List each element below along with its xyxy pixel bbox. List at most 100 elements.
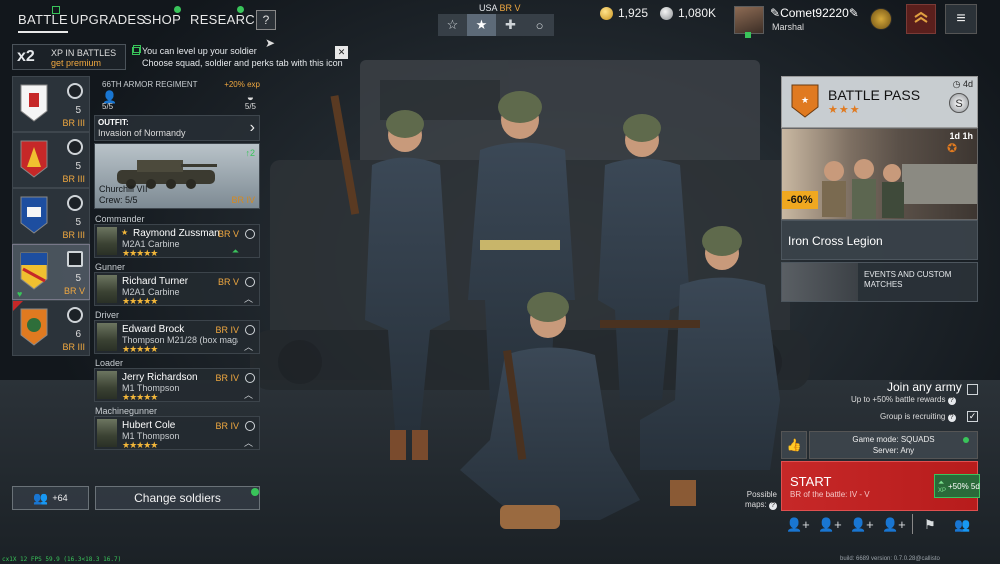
soldier-portrait — [97, 371, 117, 399]
soldier-name: Jerry Richardson — [122, 372, 198, 383]
divider — [912, 514, 913, 534]
info-icon: ? — [769, 502, 777, 510]
circle-icon[interactable]: ○ — [525, 14, 554, 36]
silver-coin-icon — [660, 6, 673, 20]
outfit-label: OUTFIT: — [98, 118, 129, 127]
events-custom-matches-button[interactable]: EVENTS AND CUSTOM MATCHES — [781, 262, 978, 302]
gold-balance[interactable]: 1,925 — [600, 6, 648, 20]
squad-tile-5[interactable]: 6 BR III — [12, 300, 90, 356]
server-status-icon — [963, 437, 969, 443]
soldier-br: BR IV — [215, 373, 239, 383]
battle-pass-timer-value: 4d — [962, 79, 973, 89]
tab-battle[interactable]: BATTLE — [18, 12, 68, 33]
soldier-card[interactable]: Hubert Cole M1 Thompson ★★★★★ BR IV ︿ — [94, 416, 260, 450]
reserve-button[interactable]: 👥 +64 — [12, 486, 89, 510]
thumbs-up-icon[interactable]: 👍 — [781, 431, 807, 459]
xp-boost-label: XP — [938, 488, 947, 494]
xp-bonus-badge: ⏶ XP +50% 5d — [934, 474, 980, 498]
control-icon — [67, 139, 83, 155]
profile-name-row[interactable]: ✎Comet92220✎ — [770, 6, 859, 20]
invite-player-icon[interactable]: 👤+ — [850, 517, 874, 533]
reserve-count: +64 — [52, 493, 68, 503]
battle-pass-card[interactable]: ★ BATTLE PASS ★★★ ◷ 4d S — [781, 76, 978, 128]
soldier-card[interactable]: Edward Brock Thompson M21/28 (box magazi… — [94, 320, 260, 354]
join-any-label: Join any army — [887, 380, 962, 394]
army-selector[interactable]: ☆ ★ ✚ ○ — [438, 14, 554, 36]
game-mode-selector[interactable]: Game mode: SQUADS Server: Any — [809, 431, 978, 459]
soldier-stars: ★★★★★ — [122, 392, 158, 402]
chevron-up-icon: ︿ — [243, 390, 253, 400]
silver-amount: 1,080K — [678, 6, 717, 20]
close-hint-button[interactable]: ✕ — [335, 46, 348, 59]
hint-line1: You can level up your soldier — [142, 46, 257, 56]
tab-shop[interactable]: SHOP — [143, 12, 181, 27]
control-icon — [67, 83, 83, 99]
menu-button[interactable]: ≡ — [945, 4, 977, 34]
soldier-card[interactable]: ★ Raymond Zussman M2A1 Carbine ★★★★★ BR … — [94, 224, 260, 258]
battle-pass-title: BATTLE PASS — [828, 87, 921, 103]
soldier-card[interactable]: Jerry Richardson M1 Thompson ★★★★★ BR IV… — [94, 368, 260, 402]
tab-upgrades[interactable]: UPGRADES — [70, 12, 145, 27]
vehicle-card[interactable]: ↑2 Churchill VII Crew: 5/5 BR IV — [94, 143, 260, 209]
premium-link[interactable]: get premium — [51, 58, 101, 68]
soldier-portrait — [97, 419, 117, 447]
squad-tile-1[interactable]: 5 BR III — [12, 76, 90, 132]
gold-coin-icon — [600, 6, 613, 20]
medal-icon: ✪ — [946, 141, 957, 155]
tab-research[interactable]: RESEARCH — [190, 12, 265, 27]
build-info: build: 6689 version: 0.7.0.28@callisto — [840, 556, 940, 562]
invite-player-icon[interactable]: 👤+ — [786, 517, 810, 533]
avatar[interactable] — [734, 6, 764, 34]
soldier-br: BR V — [217, 229, 239, 239]
possible-maps-label[interactable]: Possible maps: ? — [735, 490, 777, 510]
invite-player-icon[interactable]: 👤+ — [882, 517, 906, 533]
silver-balance[interactable]: 1,080K — [660, 6, 716, 20]
soldier-card[interactable]: Richard Turner M2A1 Carbine ★★★★★ BR V ︿ — [94, 272, 260, 306]
star-outline-icon[interactable]: ☆ — [438, 14, 467, 36]
invite-player-icon[interactable]: 👤+ — [818, 517, 842, 533]
soldier-portrait — [97, 227, 117, 255]
squad-tile-4[interactable]: 5 BR V ♥ — [12, 244, 90, 300]
events-thumbnail — [782, 263, 858, 301]
role-label: Loader — [95, 358, 124, 368]
squad-tile-3[interactable]: 5 BR III — [12, 188, 90, 244]
edit-icon: ✎ — [770, 6, 781, 20]
squad-br: BR III — [62, 118, 85, 128]
squad-flag-icon — [20, 84, 48, 122]
chevron-rank-icon — [914, 11, 928, 23]
change-soldiers-button[interactable]: Change soldiers — [95, 486, 260, 510]
regiment-header: 66TH ARMOR REGIMENT +20% exp 👤 5/5 ◒ 5/5 — [94, 76, 260, 114]
vehicle-br: BR IV — [231, 195, 255, 205]
xp-promo[interactable]: x2 XP IN BATTLES get premium — [12, 44, 141, 70]
game-lobby-screen: BATTLE UPGRADES SHOP RESEARCH ? ➤ USA BR… — [0, 0, 1000, 564]
squad-count: 5 — [75, 105, 81, 116]
info-icon[interactable]: ? — [947, 397, 956, 405]
insignia-button[interactable] — [906, 4, 936, 34]
squad-count: 5 — [75, 161, 81, 172]
friends-icon[interactable]: 👥 — [954, 517, 970, 533]
cross-icon[interactable]: ✚ — [496, 14, 525, 36]
events-label: EVENTS AND CUSTOM MATCHES — [864, 270, 952, 289]
research-notify-icon — [237, 6, 244, 13]
svg-text:★: ★ — [801, 95, 809, 105]
start-button[interactable]: START BR of the battle: IV - V ⏶ XP +50%… — [781, 461, 980, 511]
event-card[interactable]: Iron Cross Legion — [781, 220, 978, 260]
chevron-up-icon: ︿ — [243, 294, 253, 304]
squad-count: 5 — [75, 273, 81, 284]
join-any-checkbox[interactable] — [967, 384, 978, 395]
flag-icon[interactable]: ⚑ — [924, 517, 936, 533]
xp-label: XP IN BATTLES — [51, 48, 117, 58]
rank-badge-icon[interactable] — [870, 8, 892, 30]
recruiting-checkbox[interactable]: ✓ — [967, 411, 978, 422]
outfit-selector[interactable]: OUTFIT: Invasion of Normandy › — [94, 115, 260, 141]
reserve-soldiers-icon: 👥 — [33, 491, 49, 505]
server: Server: Any — [872, 446, 915, 455]
info-icon[interactable]: ? — [947, 414, 956, 422]
squad-tile-2[interactable]: 5 BR III — [12, 132, 90, 188]
hint-line2: Choose squad, soldier and perks tab with… — [142, 58, 343, 68]
usa-star-icon[interactable]: ★ — [467, 14, 496, 36]
help-button[interactable]: ? — [256, 10, 276, 30]
recruiting-text: Group is recruiting — [880, 412, 946, 421]
soldier-stars: ★★★★★ — [122, 440, 158, 450]
event-banner[interactable]: 1d 1h ✪ -60% — [781, 128, 978, 220]
